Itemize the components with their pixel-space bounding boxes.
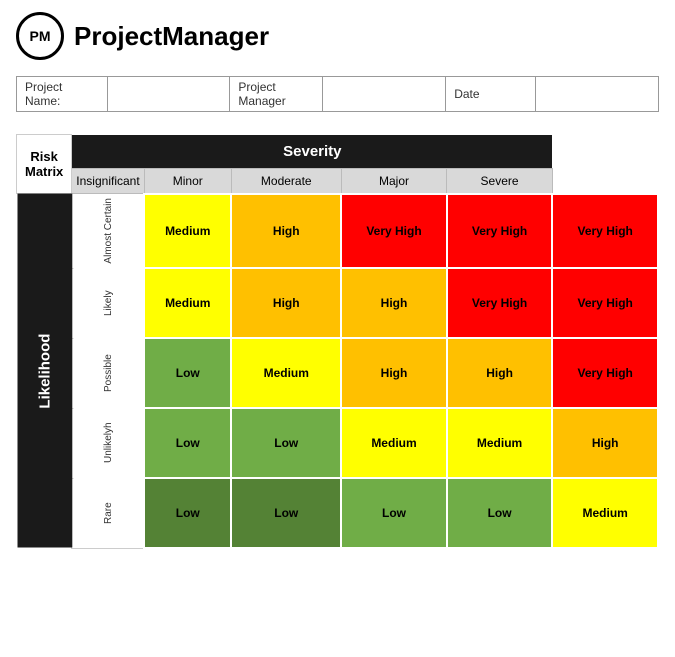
matrix-cell-4-4: Medium [552, 478, 658, 548]
matrix-cell-1-2: High [341, 268, 447, 338]
row-label-2: Possible [72, 338, 144, 408]
project-manager-label: Project Manager [230, 77, 323, 112]
matrix-section: Risk Matrix Severity InsignificantMinorM… [0, 124, 675, 565]
likelihood-label: Likelihood [17, 194, 72, 549]
matrix-row: RareLowLowLowLowMedium [17, 478, 659, 548]
project-form: Project Name: Project Manager Date [16, 76, 659, 112]
matrix-cell-0-4: Very High [552, 194, 658, 269]
severity-header: Severity [72, 135, 553, 169]
matrix-cell-2-3: High [447, 338, 553, 408]
row-label-4: Rare [72, 478, 144, 548]
app-title: ProjectManager [74, 21, 269, 52]
project-manager-input[interactable] [331, 87, 437, 101]
row-label-0: Almost Certain [72, 194, 144, 269]
matrix-cell-0-1: High [231, 194, 341, 269]
row-label-1: Likely [72, 268, 144, 338]
matrix-cell-3-2: Medium [341, 408, 447, 478]
project-manager-value[interactable] [323, 77, 446, 112]
matrix-body: LikelihoodAlmost CertainMediumHighVery H… [17, 194, 659, 549]
date-label: Date [446, 77, 536, 112]
matrix-cell-4-3: Low [447, 478, 553, 548]
project-name-label: Project Name: [17, 77, 108, 112]
risk-matrix-table: Risk Matrix Severity InsignificantMinorM… [16, 134, 659, 549]
col-header-3: Major [341, 168, 447, 194]
row-label-3: Unlikelyh [72, 408, 144, 478]
matrix-cell-2-4: Very High [552, 338, 658, 408]
matrix-cell-2-1: Medium [231, 338, 341, 408]
matrix-cell-1-1: High [231, 268, 341, 338]
matrix-cell-2-0: Low [144, 338, 231, 408]
matrix-cell-0-2: Very High [341, 194, 447, 269]
matrix-row: UnlikelyhLowLowMediumMediumHigh [17, 408, 659, 478]
date-value[interactable] [536, 77, 659, 112]
project-name-input[interactable] [116, 87, 222, 101]
col-header-4: Severe [447, 168, 553, 194]
matrix-cell-3-3: Medium [447, 408, 553, 478]
column-header-row: InsignificantMinorModerateMajorSevere [17, 168, 659, 194]
matrix-cell-3-1: Low [231, 408, 341, 478]
matrix-cell-4-0: Low [144, 478, 231, 548]
app-logo: PM [16, 12, 64, 60]
matrix-cell-4-1: Low [231, 478, 341, 548]
app-header: PM ProjectManager [0, 0, 675, 72]
date-input[interactable] [544, 87, 650, 101]
matrix-row: LikelihoodAlmost CertainMediumHighVery H… [17, 194, 659, 269]
col-header-1: Minor [144, 168, 231, 194]
project-name-value[interactable] [107, 77, 230, 112]
col-header-0: Insignificant [72, 168, 144, 194]
matrix-row: PossibleLowMediumHighHighVery High [17, 338, 659, 408]
matrix-cell-0-3: Very High [447, 194, 553, 269]
matrix-cell-4-2: Low [341, 478, 447, 548]
matrix-cell-1-0: Medium [144, 268, 231, 338]
matrix-cell-1-4: Very High [552, 268, 658, 338]
matrix-cell-3-0: Low [144, 408, 231, 478]
matrix-cell-1-3: Very High [447, 268, 553, 338]
col-header-2: Moderate [231, 168, 341, 194]
matrix-cell-0-0: Medium [144, 194, 231, 269]
matrix-row: LikelyMediumHighHighVery HighVery High [17, 268, 659, 338]
risk-matrix-corner-label: Risk Matrix [17, 135, 72, 194]
matrix-cell-3-4: High [552, 408, 658, 478]
matrix-cell-2-2: High [341, 338, 447, 408]
form-section: Project Name: Project Manager Date [0, 72, 675, 124]
